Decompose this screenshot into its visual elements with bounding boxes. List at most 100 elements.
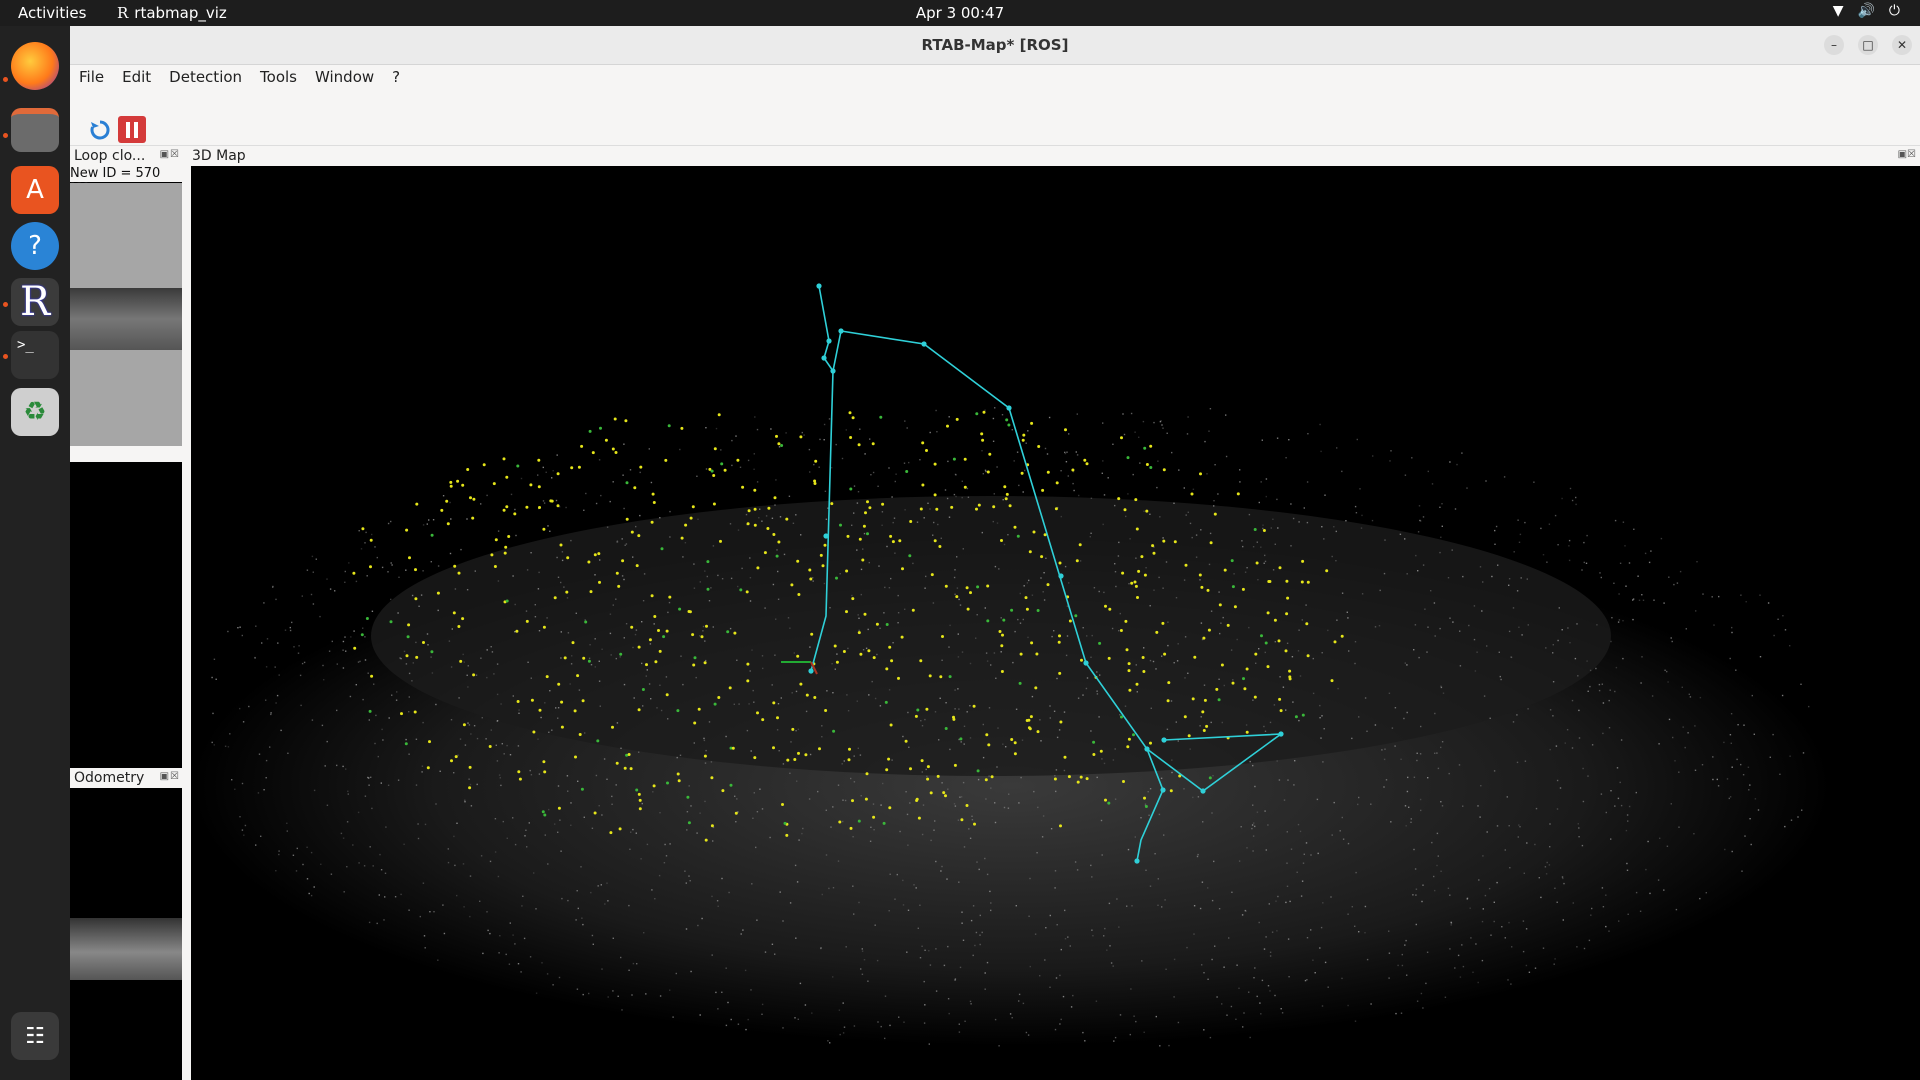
cloud-point — [1292, 517, 1295, 520]
trash-icon[interactable]: ♻ — [11, 388, 59, 436]
app-center-icon[interactable]: A — [11, 166, 59, 214]
cloud-point — [941, 782, 943, 784]
cloud-point — [1450, 922, 1453, 924]
cloud-point — [585, 492, 587, 495]
loop-closure-panel-header[interactable]: Loop clo... ▣☒ — [70, 146, 182, 166]
terminal-icon[interactable]: >_ — [11, 331, 59, 379]
cloud-point — [1060, 470, 1062, 472]
maximize-button[interactable]: □ — [1858, 35, 1878, 55]
feature-point — [1162, 539, 1166, 543]
cloud-point — [825, 809, 827, 811]
feature-point — [851, 597, 855, 601]
cloud-point — [449, 552, 452, 555]
cloud-point — [1562, 877, 1564, 880]
cloud-point — [561, 551, 564, 553]
menu-file[interactable]: File — [70, 65, 113, 89]
cloud-point — [450, 719, 453, 721]
feature-point — [635, 788, 639, 792]
cloud-point — [239, 707, 241, 710]
menu-help[interactable]: ? — [383, 65, 409, 89]
cloud-point — [549, 690, 551, 692]
feature-point — [1037, 445, 1041, 448]
cloud-point — [286, 822, 288, 824]
title-bar[interactable]: RTAB-Map* [ROS] – □ ✕ — [70, 26, 1920, 65]
feature-point — [557, 806, 561, 810]
graph-node — [808, 668, 814, 674]
cloud-point — [690, 970, 692, 973]
pause-button[interactable] — [118, 116, 146, 143]
cloud-point — [1285, 901, 1287, 904]
cloud-point — [1777, 618, 1779, 620]
cloud-point — [877, 1021, 879, 1023]
system-tray[interactable]: ▼ 🔊 ⏻ — [1833, 3, 1900, 19]
minimize-button[interactable]: – — [1824, 35, 1844, 55]
feature-point — [1030, 641, 1034, 645]
cloud-point — [641, 802, 643, 805]
power-icon[interactable]: ⏻ — [1889, 3, 1900, 19]
cloud-point — [689, 880, 691, 882]
cloud-point — [1558, 607, 1560, 609]
refresh-button[interactable] — [86, 116, 114, 143]
show-apps-icon[interactable]: ☷ — [11, 1012, 59, 1060]
help-icon[interactable]: ? — [11, 222, 59, 270]
cloud-point — [272, 586, 274, 588]
odometry-panel-header[interactable]: Odometry ▣☒ — [70, 768, 182, 788]
cloud-point — [1440, 746, 1442, 749]
cloud-point — [1522, 950, 1525, 953]
feature-point — [1273, 618, 1277, 622]
volume-icon[interactable]: 🔊 — [1857, 3, 1874, 19]
cloud-point — [1668, 576, 1670, 578]
cloud-point — [547, 863, 549, 865]
cloud-point — [570, 663, 573, 665]
close-button[interactable]: ✕ — [1892, 35, 1912, 55]
cloud-point — [868, 561, 870, 564]
files-icon[interactable] — [11, 108, 59, 152]
cloud-point — [1482, 581, 1484, 583]
cloud-point — [1149, 885, 1152, 887]
map-3d-viewport[interactable] — [191, 166, 1920, 1080]
panel-float-close-icons[interactable]: ▣☒ — [160, 149, 180, 160]
cloud-point — [984, 988, 986, 990]
cloud-point — [1568, 539, 1571, 542]
feature-point — [573, 709, 577, 713]
cloud-point — [328, 650, 331, 652]
menu-tools[interactable]: Tools — [251, 65, 306, 89]
firefox-icon[interactable] — [11, 42, 59, 90]
feature-point — [977, 503, 981, 507]
menu-edit[interactable]: Edit — [113, 65, 160, 89]
menu-detection[interactable]: Detection — [160, 65, 251, 89]
cloud-point — [1640, 682, 1642, 684]
cloud-point — [832, 692, 834, 694]
panel-float-close-icons[interactable]: ▣☒ — [160, 771, 180, 782]
feature-point — [763, 551, 767, 555]
feature-point — [1217, 698, 1221, 702]
cloud-point — [1254, 967, 1256, 969]
cloud-point — [1211, 812, 1213, 814]
cloud-point — [1095, 1000, 1098, 1002]
cloud-point — [364, 636, 366, 638]
feature-point — [1143, 573, 1147, 577]
feature-point — [538, 506, 541, 509]
feature-point — [1220, 663, 1224, 667]
cloud-point — [447, 848, 449, 850]
cloud-point — [969, 662, 972, 665]
cloud-point — [321, 724, 324, 727]
feature-point — [560, 725, 564, 729]
rtabmap-icon[interactable]: R — [11, 278, 59, 326]
panel-float-close-icons[interactable]: ▣☒ — [1898, 149, 1916, 160]
cloud-point — [1187, 672, 1189, 674]
cloud-point — [986, 961, 989, 964]
cloud-point — [896, 873, 898, 876]
clock[interactable]: Apr 3 00:47 — [0, 4, 1920, 22]
cloud-point — [1241, 540, 1243, 542]
cloud-point — [847, 647, 849, 650]
wifi-icon[interactable]: ▼ — [1833, 3, 1844, 19]
menu-window[interactable]: Window — [306, 65, 383, 89]
cloud-point — [648, 448, 650, 450]
cloud-point — [1252, 850, 1254, 852]
cloud-point — [1000, 651, 1002, 653]
cloud-point — [1316, 798, 1319, 801]
cloud-point — [1535, 807, 1538, 810]
map-3d-header[interactable]: 3D Map ▣☒ — [187, 146, 1920, 166]
cloud-point — [1571, 747, 1574, 749]
